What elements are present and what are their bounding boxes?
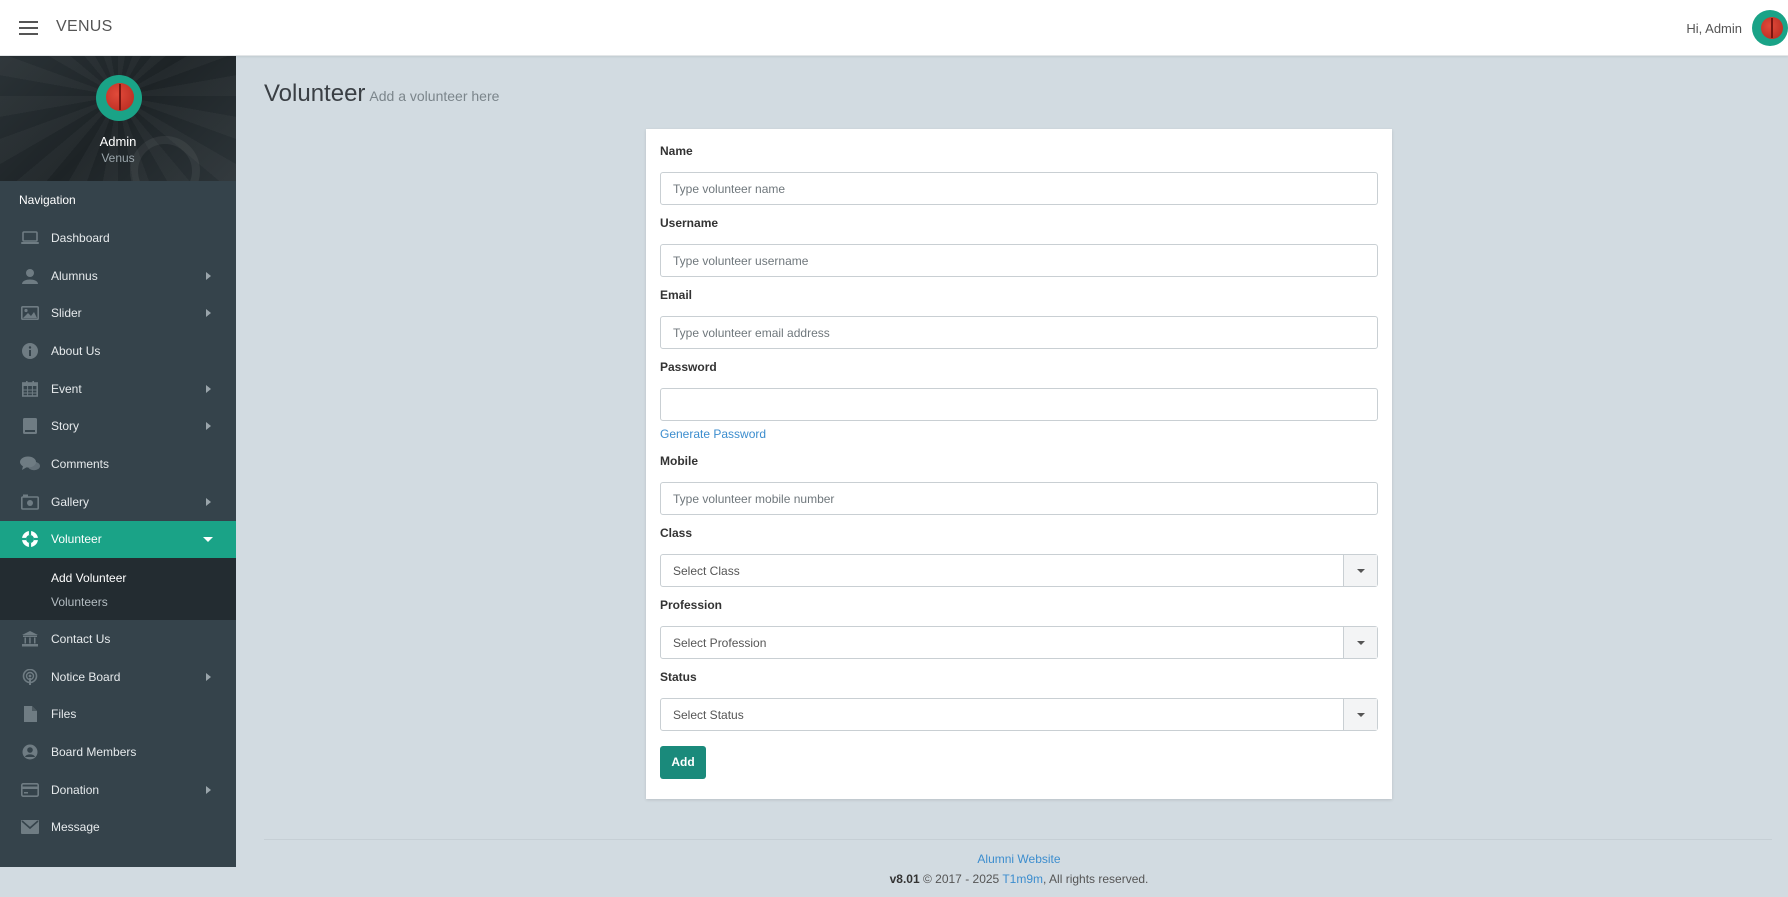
top-navbar: VENUS Hi, Admin <box>0 0 1788 56</box>
name-label: Name <box>660 144 693 158</box>
user-icon <box>19 267 41 285</box>
sidebar-item-slider[interactable]: Slider <box>0 294 236 332</box>
password-label: Password <box>660 360 717 374</box>
class-label: Class <box>660 526 693 540</box>
user-circle-icon <box>19 743 41 761</box>
comments-icon <box>19 455 41 473</box>
podcast-icon <box>19 668 41 686</box>
sidebar-item-contact-us[interactable]: Contact Us <box>0 620 236 658</box>
name-input[interactable] <box>660 172 1378 205</box>
chevron-down-icon[interactable] <box>1343 555 1377 586</box>
user-menu[interactable]: Hi, Admin <box>1686 10 1788 46</box>
volunteer-submenu: Add Volunteer Volunteers <box>0 558 236 621</box>
calendar-icon <box>19 380 41 398</box>
mobile-input[interactable] <box>660 482 1378 515</box>
user-avatar[interactable] <box>1752 10 1788 46</box>
profession-select[interactable]: Select Profession <box>660 626 1378 659</box>
sidebar: Admin Venus Navigation Dashboard Alumnus… <box>0 56 236 867</box>
footer-copyright: v8.01 © 2017 - 2025 T1m9m, All rights re… <box>0 872 1788 886</box>
sidebar-item-about-us[interactable]: About Us <box>0 332 236 370</box>
page-title: Volunteer Add a volunteer here <box>264 80 500 107</box>
info-icon <box>19 342 41 360</box>
sidebar-item-volunteer[interactable]: Volunteer <box>0 520 236 559</box>
page-subtitle: Add a volunteer here <box>369 88 500 104</box>
sidebar-item-gallery[interactable]: Gallery <box>0 483 236 521</box>
sidebar-item-donation[interactable]: Donation <box>0 771 236 809</box>
sidebar-item-dashboard[interactable]: Dashboard <box>0 219 236 257</box>
chevron-down-icon[interactable] <box>1343 699 1377 730</box>
sidebar-profile: Admin Venus <box>0 56 236 181</box>
profession-label: Profession <box>660 598 723 612</box>
footer-version: v8.01 <box>889 872 920 886</box>
add-volunteer-form: Name Username Email Password Generate Pa… <box>660 143 1378 779</box>
caret-right-icon <box>206 672 211 681</box>
image-icon <box>19 304 41 322</box>
add-button[interactable]: Add <box>660 746 706 779</box>
book-icon <box>19 417 41 435</box>
file-icon <box>19 705 41 723</box>
envelope-icon <box>19 818 41 836</box>
sidebar-item-comments[interactable]: Comments <box>0 445 236 483</box>
user-greeting[interactable]: Hi, Admin <box>1686 21 1742 36</box>
sidebar-item-message[interactable]: Message <box>0 809 236 847</box>
chevron-down-icon[interactable] <box>1343 627 1377 658</box>
generate-password-link[interactable]: Generate Password <box>660 427 766 441</box>
footer-company-link[interactable]: T1m9m <box>1002 872 1043 886</box>
class-select-value: Select Class <box>673 563 740 578</box>
profile-name: Admin <box>99 134 137 149</box>
sidebar-item-files[interactable]: Files <box>0 696 236 734</box>
profession-select-value: Select Profession <box>673 635 767 650</box>
caret-right-icon <box>206 785 211 794</box>
status-select-value: Select Status <box>673 707 744 722</box>
life-ring-icon <box>19 530 41 548</box>
footer-years: © 2017 - 2025 <box>922 872 1000 886</box>
hamburger-menu-icon[interactable] <box>19 21 38 35</box>
caret-down-icon <box>203 537 213 543</box>
mobile-label: Mobile <box>660 454 698 468</box>
profile-subtitle: Venus <box>101 151 135 165</box>
caret-right-icon <box>206 422 211 431</box>
caret-right-icon <box>206 271 211 280</box>
footer-website-link[interactable]: Alumni Website <box>0 852 1788 866</box>
caret-right-icon <box>206 384 211 393</box>
sidebar-item-notice-board[interactable]: Notice Board <box>0 658 236 696</box>
email-input[interactable] <box>660 316 1378 349</box>
submenu-volunteers[interactable]: Volunteers <box>0 590 236 614</box>
brand-name[interactable]: VENUS <box>56 18 113 36</box>
caret-right-icon <box>206 309 211 318</box>
status-label: Status <box>660 670 697 684</box>
submenu-add-volunteer[interactable]: Add Volunteer <box>0 566 236 590</box>
sidebar-item-event[interactable]: Event <box>0 370 236 408</box>
add-volunteer-card: Name Username Email Password Generate Pa… <box>646 129 1392 799</box>
profile-avatar <box>96 75 142 121</box>
password-input[interactable] <box>660 388 1378 421</box>
footer-rights: , All rights reserved. <box>1043 872 1149 886</box>
footer-divider <box>264 839 1772 840</box>
caret-right-icon <box>206 497 211 506</box>
email-label: Email <box>660 288 693 302</box>
camera-icon <box>19 493 41 511</box>
laptop-icon <box>19 229 41 247</box>
sidebar-item-board-members[interactable]: Board Members <box>0 733 236 771</box>
username-input[interactable] <box>660 244 1378 277</box>
credit-card-icon <box>19 781 41 799</box>
sidebar-item-story[interactable]: Story <box>0 407 236 445</box>
sidebar-item-alumnus[interactable]: Alumnus <box>0 257 236 295</box>
username-label: Username <box>660 216 719 230</box>
nav-header: Navigation <box>19 193 76 207</box>
class-select[interactable]: Select Class <box>660 554 1378 587</box>
status-select[interactable]: Select Status <box>660 698 1378 731</box>
bank-icon <box>19 630 41 648</box>
